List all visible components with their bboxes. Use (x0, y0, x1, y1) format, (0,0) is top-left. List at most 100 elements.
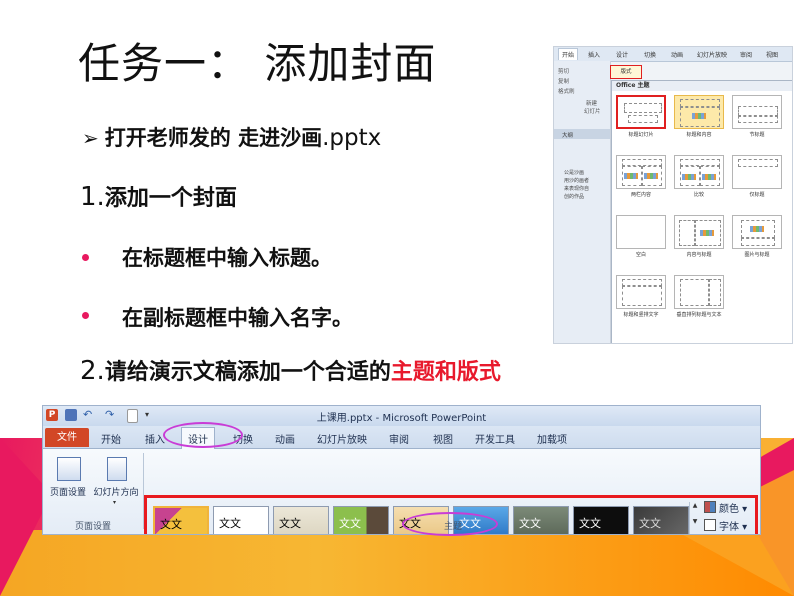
layout-thumb-picture-caption[interactable] (732, 215, 782, 249)
slide-orientation-button[interactable]: 幻灯片方向 ▾ (93, 455, 139, 513)
page-setup-button[interactable]: 页面设置 (45, 455, 91, 513)
layout-panel-left: 剪切 复制 格式刷 新建 幻灯片 大纲 公是沙画 用沙的画者 来表现你自 创的作… (554, 61, 611, 343)
chevron-up-icon[interactable]: ▲ (690, 502, 700, 518)
bullet-title-instruction: 在标题框中输入标题。 (122, 246, 332, 270)
bullet-dot-icon (82, 254, 89, 261)
theme-sample-text: 文文 (279, 517, 301, 530)
design-tab-highlight-ellipse (163, 422, 243, 448)
tab-slideshow[interactable]: 幻灯片放映 (317, 431, 367, 446)
new-slide-label-2[interactable]: 幻灯片 (584, 107, 601, 115)
tab-home[interactable]: 开始 (101, 431, 121, 446)
lp-tab-design[interactable]: 设计 (616, 50, 628, 59)
slide-title: 任务一： 添加封面 (78, 39, 437, 88)
bullet-dot-icon (82, 312, 89, 319)
theme-option-4[interactable]: 文文 (333, 506, 389, 534)
step1-number: 1. (80, 182, 105, 212)
format-painter-button[interactable]: 格式刷 (558, 87, 575, 95)
layout-thumb-vertical-title-text[interactable] (674, 275, 724, 309)
layout-format-button[interactable]: 版式 (610, 65, 642, 79)
ribbon-tabs: 文件 开始 插入 设计 切换 动画 幻灯片放映 审阅 视图 开发工具 加载项 (43, 426, 760, 449)
step2-highlight: 主题和版式 (390, 360, 501, 385)
theme-sample-text: 文文 (339, 517, 361, 530)
layout-thumb-comparison[interactable] (674, 155, 724, 189)
theme-option-9[interactable]: 文文 (633, 506, 689, 534)
tab-animations[interactable]: 动画 (275, 431, 295, 446)
orientation-label: 幻灯片方向 (93, 488, 139, 498)
window-title: 上课用.pptx - Microsoft PowerPoint (316, 413, 487, 424)
lp-tab-home[interactable]: 开始 (558, 48, 579, 60)
tab-review[interactable]: 审阅 (389, 431, 409, 446)
open-prefix: 打开老师发的 走进沙画 (104, 126, 323, 150)
design-ribbon-screenshot: P ↶ ↷ ▾ 上课用.pptx - Microsoft PowerPoint … (42, 405, 761, 535)
themes-scrollbar[interactable]: ▲ ▼ ▾ (689, 502, 700, 535)
theme-sample-text: 文文 (219, 517, 241, 530)
layout-thumb-blank[interactable] (616, 215, 666, 249)
layout-thumb-section-header[interactable] (732, 95, 782, 129)
step2-text: 请给演示文稿添加一个合适的 (104, 360, 391, 385)
copy-button[interactable]: 复制 (558, 77, 569, 85)
chevron-down-icon: ▾ (113, 499, 117, 506)
lp-tab-transitions[interactable]: 切换 (644, 50, 656, 59)
lp-tab-view[interactable]: 视图 (766, 50, 778, 59)
chevron-down-icon[interactable]: ▼ (690, 518, 700, 534)
expand-gallery-icon[interactable]: ▾ (690, 534, 700, 535)
layout-thumb-title-vertical-text[interactable] (616, 275, 666, 309)
tab-insert[interactable]: 插入 (145, 431, 165, 446)
layout-thumb-title-only[interactable] (732, 155, 782, 189)
layout-gallery: Office 主题 标题幻灯片 标题和内容 节标题 两栏内容 比较 仅标题 空白… (611, 80, 792, 343)
lp-tab-animations[interactable]: 动画 (671, 50, 683, 59)
layout-label: 垂直排列标题与文本 (676, 312, 722, 318)
theme-option-8[interactable]: 文文 (573, 506, 629, 534)
lp-tab-insert[interactable]: 插入 (588, 50, 600, 59)
slide: 任务一： 添加封面 ➢ 打开老师发的 走进沙画.pptx 1.添加一个封面 在标题… (0, 0, 794, 596)
cut-button[interactable]: 剪切 (558, 67, 569, 75)
tab-file[interactable]: 文件 (45, 428, 89, 447)
outline-tab-bar[interactable]: 大纲 (554, 129, 610, 139)
new-slide-label[interactable]: 新建 (586, 99, 597, 107)
layout-thumb-title-content[interactable] (674, 95, 724, 129)
orientation-icon (107, 457, 127, 481)
palette-icon (704, 501, 716, 513)
theme-option-1[interactable]: 文文 (153, 506, 209, 534)
outline-text-line: 来表现你自 (564, 186, 590, 192)
layout-gallery-screenshot: 开始 插入 设计 切换 动画 幻灯片放映 审阅 视图 剪切 复制 格式刷 新建 … (553, 46, 793, 344)
theme-option-7[interactable]: 文文 (513, 506, 569, 534)
layout-label: 图片与标题 (744, 252, 770, 258)
theme-fonts-button[interactable]: 字体 ▾ (704, 518, 747, 533)
window-titlebar: P ↶ ↷ ▾ 上课用.pptx - Microsoft PowerPoint (43, 406, 760, 426)
lp-tab-slideshow[interactable]: 幻灯片放映 (697, 50, 727, 59)
lp-tab-review[interactable]: 审阅 (740, 50, 752, 59)
open-file-instruction: ➢ 打开老师发的 走进沙画.pptx (82, 122, 381, 152)
step1-heading: 1.添加一个封面 (80, 180, 237, 212)
page-setup-icon (57, 457, 81, 481)
theme-sample-text: 文文 (160, 518, 182, 531)
layout-label: 标题和竖排文字 (623, 312, 659, 318)
themes-label-highlight-ellipse (402, 512, 498, 536)
tab-developer[interactable]: 开发工具 (475, 431, 515, 446)
theme-colors-button[interactable]: 颜色 ▾ (704, 500, 747, 515)
tab-addins[interactable]: 加载项 (537, 431, 567, 446)
gallery-header: Office 主题 (612, 81, 792, 91)
outline-text-line: 创的作品 (564, 194, 585, 200)
layout-thumb-two-content[interactable] (616, 155, 666, 189)
theme-option-2[interactable]: 文文 (213, 506, 269, 534)
layout-label: 比较 (693, 192, 704, 198)
layout-label: 内容与标题 (686, 252, 712, 258)
step2-heading: 2.请给演示文稿添加一个合适的主题和版式 (80, 354, 501, 386)
arrow-bullet-icon: ➢ (82, 126, 99, 150)
layout-label: 两栏内容 (630, 192, 651, 198)
layout-thumb-title-slide[interactable] (616, 95, 666, 129)
layout-label: 标题和内容 (686, 132, 712, 138)
page-setup-label: 页面设置 (49, 488, 86, 498)
layout-label: 节标题 (749, 132, 765, 138)
theme-sample-text: 文文 (579, 517, 601, 530)
tab-view[interactable]: 视图 (433, 431, 453, 446)
theme-fonts-label: 字体 (719, 522, 739, 533)
step1-text: 添加一个封面 (104, 186, 237, 211)
layout-thumb-content-caption[interactable] (674, 215, 724, 249)
bullet-subtitle-instruction: 在副标题框中输入名字。 (122, 306, 353, 330)
font-icon (704, 519, 716, 531)
outline-text-line: 用沙的画者 (564, 178, 590, 184)
theme-option-3[interactable]: 文文 (273, 506, 329, 534)
layout-label: 标题幻灯片 (628, 132, 654, 138)
